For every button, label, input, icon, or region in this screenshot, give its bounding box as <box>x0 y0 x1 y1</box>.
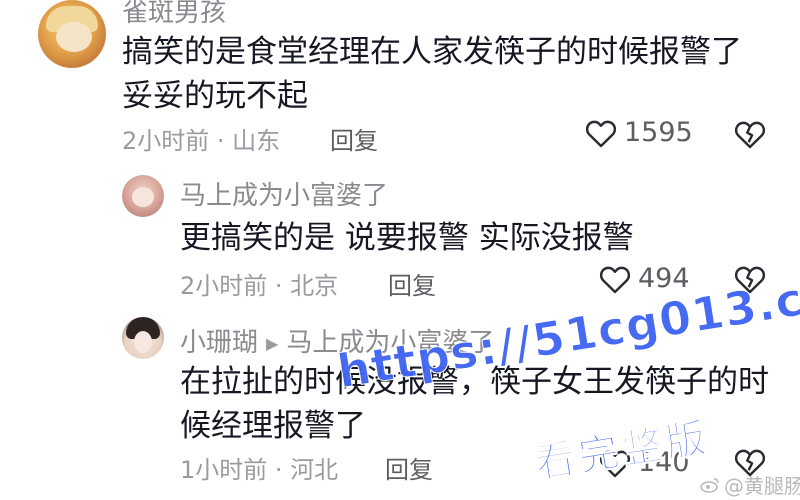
comment-text-line: 妥妥的玩不起 <box>122 78 308 114</box>
avatar[interactable] <box>122 317 164 359</box>
heart-outline-icon <box>585 120 617 147</box>
reply-button[interactable]: 回复 <box>388 266 436 301</box>
comment-meta: 2小时前 · 北京 <box>180 272 339 300</box>
weibo-handle: @黄腿肠 <box>724 474 800 498</box>
comment-meta: 2小时前 · 山东 <box>122 127 281 155</box>
comment-text-line: 搞笑的是食堂经理在人家发筷子的时候报警了 <box>122 34 742 70</box>
comment-text-line: 更搞笑的是 说要报警 实际没报警 <box>180 220 634 256</box>
reply-button[interactable]: 回复 <box>330 121 378 156</box>
avatar-face <box>132 187 154 207</box>
comment-username[interactable]: 小珊瑚 <box>180 328 258 358</box>
dislike-button[interactable] <box>733 119 767 153</box>
like-button[interactable]: 1595 <box>584 117 693 148</box>
comment-username[interactable]: 马上成为小富婆了 <box>180 175 388 212</box>
comment-text: 搞笑的是食堂经理在人家发筷子的时候报警了 妥妥的玩不起 <box>122 30 742 118</box>
weibo-watermark: @黄腿肠 <box>700 470 800 499</box>
weibo-logo-icon <box>700 477 719 493</box>
avatar-face <box>134 331 152 353</box>
reply-button[interactable]: 回复 <box>385 450 433 485</box>
avatar-face <box>56 22 92 52</box>
comment-username[interactable]: 雀斑男孩 <box>122 0 226 29</box>
comment-meta: 1小时前 · 河北 <box>180 456 339 484</box>
broken-heart-icon <box>734 121 766 149</box>
avatar[interactable] <box>38 0 106 68</box>
like-button[interactable]: 494 <box>598 263 690 294</box>
like-count: 1595 <box>624 117 693 148</box>
triangle-right-icon: ▶ <box>266 334 279 353</box>
comment-text: 更搞笑的是 说要报警 实际没报警 <box>180 216 634 260</box>
heart-outline-icon <box>599 266 631 293</box>
avatar[interactable] <box>122 175 164 217</box>
